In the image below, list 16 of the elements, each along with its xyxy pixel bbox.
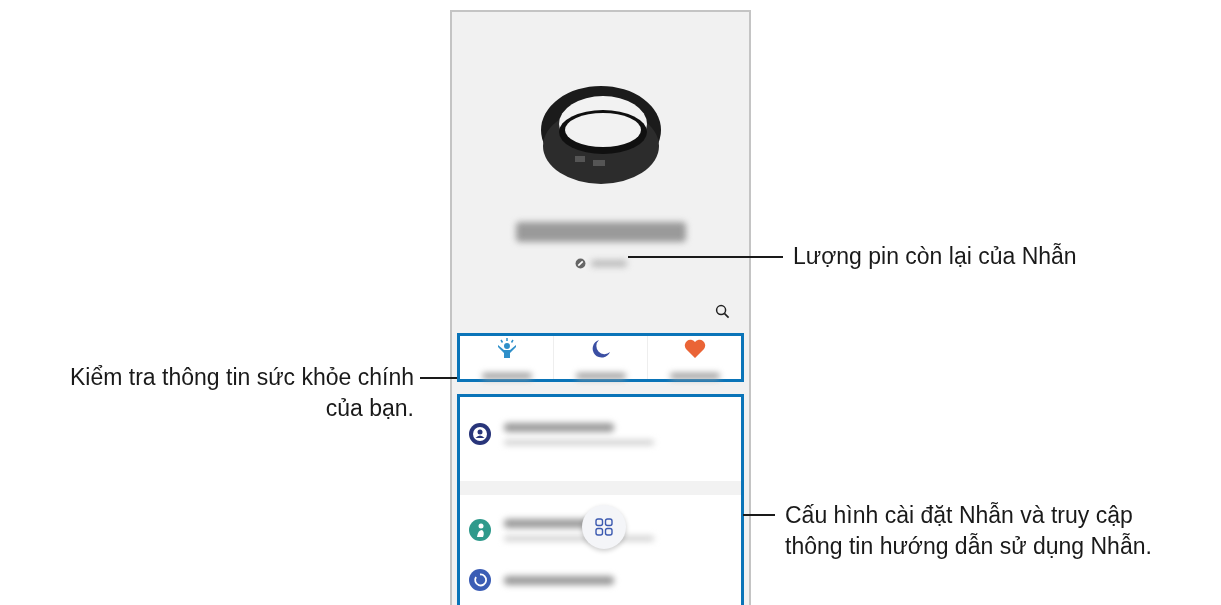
- leader-line: [743, 514, 775, 516]
- callout-text: Kiểm tra thông tin sức khỏe chính của bạn.: [70, 363, 414, 423]
- apps-button[interactable]: [582, 505, 626, 549]
- blurred-label: [669, 372, 720, 379]
- blurred-label: [575, 372, 626, 379]
- account-icon[interactable]: [468, 422, 492, 446]
- reset-icon[interactable]: [468, 568, 492, 592]
- callout-text: Cấu hình cài đặt Nhẫn và truy cập thông tin hướng dẫn sử dụng Nhẫn.: [785, 501, 1152, 561]
- battery-icon: [574, 258, 586, 269]
- search-icon[interactable]: [715, 304, 730, 319]
- callout-text: Lượng pin còn lại của Nhẫn: [793, 242, 1077, 271]
- grid-icon: [594, 517, 614, 537]
- health-settings-icon[interactable]: [468, 518, 492, 542]
- leader-line: [420, 377, 457, 379]
- blurred-label: [481, 372, 532, 379]
- blurred-battery-level: [590, 260, 627, 267]
